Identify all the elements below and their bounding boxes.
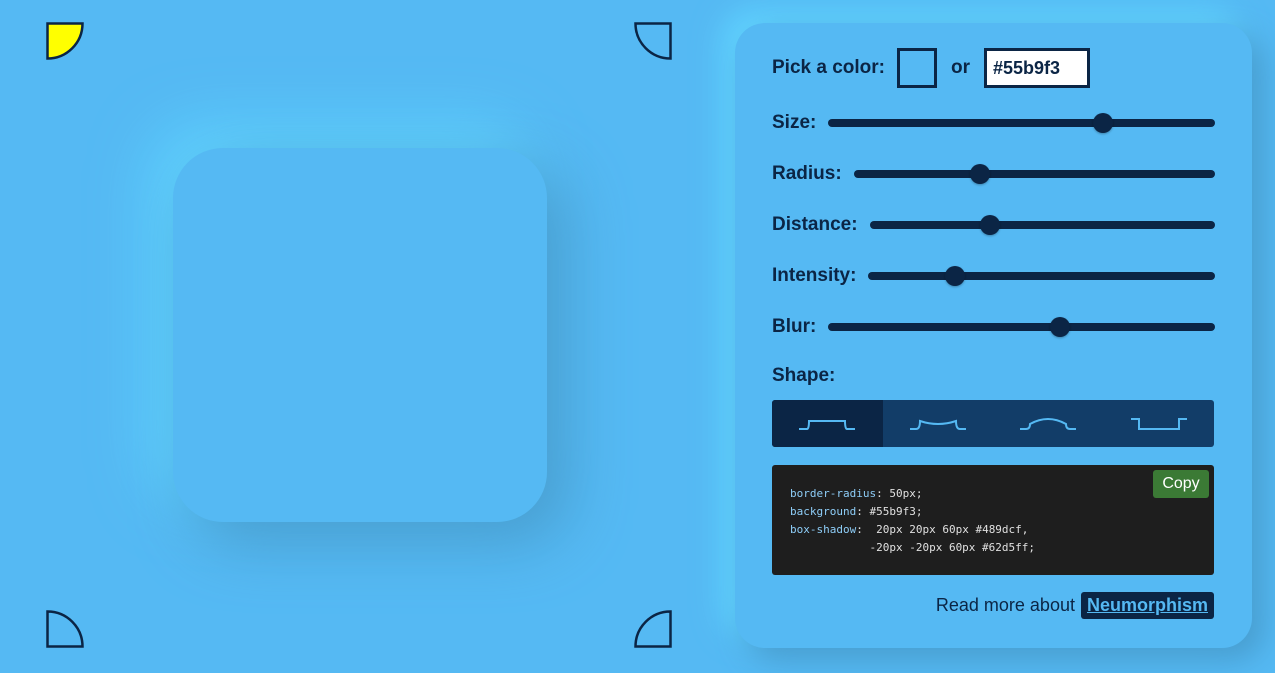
code-line: box-shadow: 20px 20px 60px #489dcf, bbox=[790, 523, 1029, 536]
shape-pressed-icon bbox=[1130, 417, 1187, 430]
distance-slider-thumb[interactable] bbox=[980, 215, 1001, 235]
shape-flat-icon bbox=[799, 419, 856, 430]
size-label: Size: bbox=[772, 112, 817, 133]
code-property: border-radius bbox=[790, 487, 877, 500]
intensity-slider-thumb[interactable] bbox=[945, 266, 966, 286]
read-more-text: Read more about bbox=[935, 595, 1075, 615]
size-slider[interactable] bbox=[828, 113, 1215, 133]
shape-selector bbox=[772, 400, 1214, 447]
or-label: or bbox=[951, 57, 970, 78]
corner-bottom-right[interactable] bbox=[634, 610, 672, 648]
code-property: background bbox=[790, 505, 857, 518]
corner-top-left[interactable] bbox=[46, 22, 84, 60]
code-line: background: #55b9f3; bbox=[790, 505, 923, 518]
shape-convex-button[interactable] bbox=[993, 400, 1104, 447]
quarter-circle-icon bbox=[46, 22, 84, 60]
shape-convex-icon bbox=[1020, 417, 1077, 430]
radius-slider-row: Radius: bbox=[772, 159, 1215, 189]
intensity-slider-row: Intensity: bbox=[772, 261, 1215, 291]
quarter-circle-icon bbox=[46, 610, 84, 648]
blur-label: Blur: bbox=[772, 316, 817, 337]
code-value: -20px -20px 60px #62d5ff; bbox=[790, 541, 1036, 554]
code-line: border-radius: 50px; bbox=[790, 487, 923, 500]
code-property: box-shadow bbox=[790, 523, 857, 536]
read-more-footer: Read more about Neumorphism bbox=[772, 591, 1214, 620]
neumorphism-link[interactable]: Neumorphism bbox=[1080, 592, 1214, 619]
code-value: 50px; bbox=[882, 487, 923, 500]
code-line: -20px -20px 60px #62d5ff; bbox=[790, 539, 1196, 557]
blur-slider-thumb[interactable] bbox=[1050, 317, 1071, 337]
distance-slider[interactable] bbox=[869, 215, 1215, 235]
copy-button[interactable]: Copy bbox=[1153, 470, 1209, 498]
code-value: #55b9f3; bbox=[862, 505, 923, 518]
quarter-circle-icon bbox=[634, 610, 672, 648]
intensity-slider[interactable] bbox=[868, 266, 1215, 286]
shape-concave-icon bbox=[909, 419, 966, 430]
size-slider-row: Size: bbox=[772, 108, 1215, 138]
corner-bottom-left[interactable] bbox=[46, 610, 84, 648]
corner-top-right[interactable] bbox=[634, 22, 672, 60]
distance-slider-row: Distance: bbox=[772, 210, 1215, 240]
radius-label: Radius: bbox=[772, 163, 842, 184]
shape-pressed-button[interactable] bbox=[1104, 400, 1215, 447]
intensity-label: Intensity: bbox=[772, 265, 857, 286]
radius-slider-thumb[interactable] bbox=[970, 164, 991, 184]
distance-label: Distance: bbox=[772, 214, 858, 235]
color-picker-row: Pick a color: or bbox=[772, 48, 1090, 88]
size-slider-thumb[interactable] bbox=[1092, 113, 1113, 133]
configuration-panel: Pick a color: or Size: Radius: Distance:… bbox=[735, 23, 1252, 648]
code-value: 20px 20px 60px #489dcf, bbox=[862, 523, 1029, 536]
css-code-block: border-radius: 50px; background: #55b9f3… bbox=[772, 465, 1214, 575]
neumorphic-preview-box bbox=[173, 148, 547, 522]
pick-color-label: Pick a color: bbox=[772, 57, 885, 78]
color-swatch-button[interactable] bbox=[897, 48, 937, 88]
blur-slider-row: Blur: bbox=[772, 312, 1215, 342]
radius-slider[interactable] bbox=[853, 164, 1215, 184]
shape-concave-button[interactable] bbox=[883, 400, 994, 447]
hex-color-input[interactable] bbox=[984, 48, 1090, 88]
shape-label: Shape: bbox=[772, 365, 836, 386]
shape-flat-button[interactable] bbox=[772, 400, 883, 447]
blur-slider[interactable] bbox=[828, 317, 1215, 337]
preview-stage bbox=[0, 0, 720, 673]
quarter-circle-icon bbox=[634, 22, 672, 60]
